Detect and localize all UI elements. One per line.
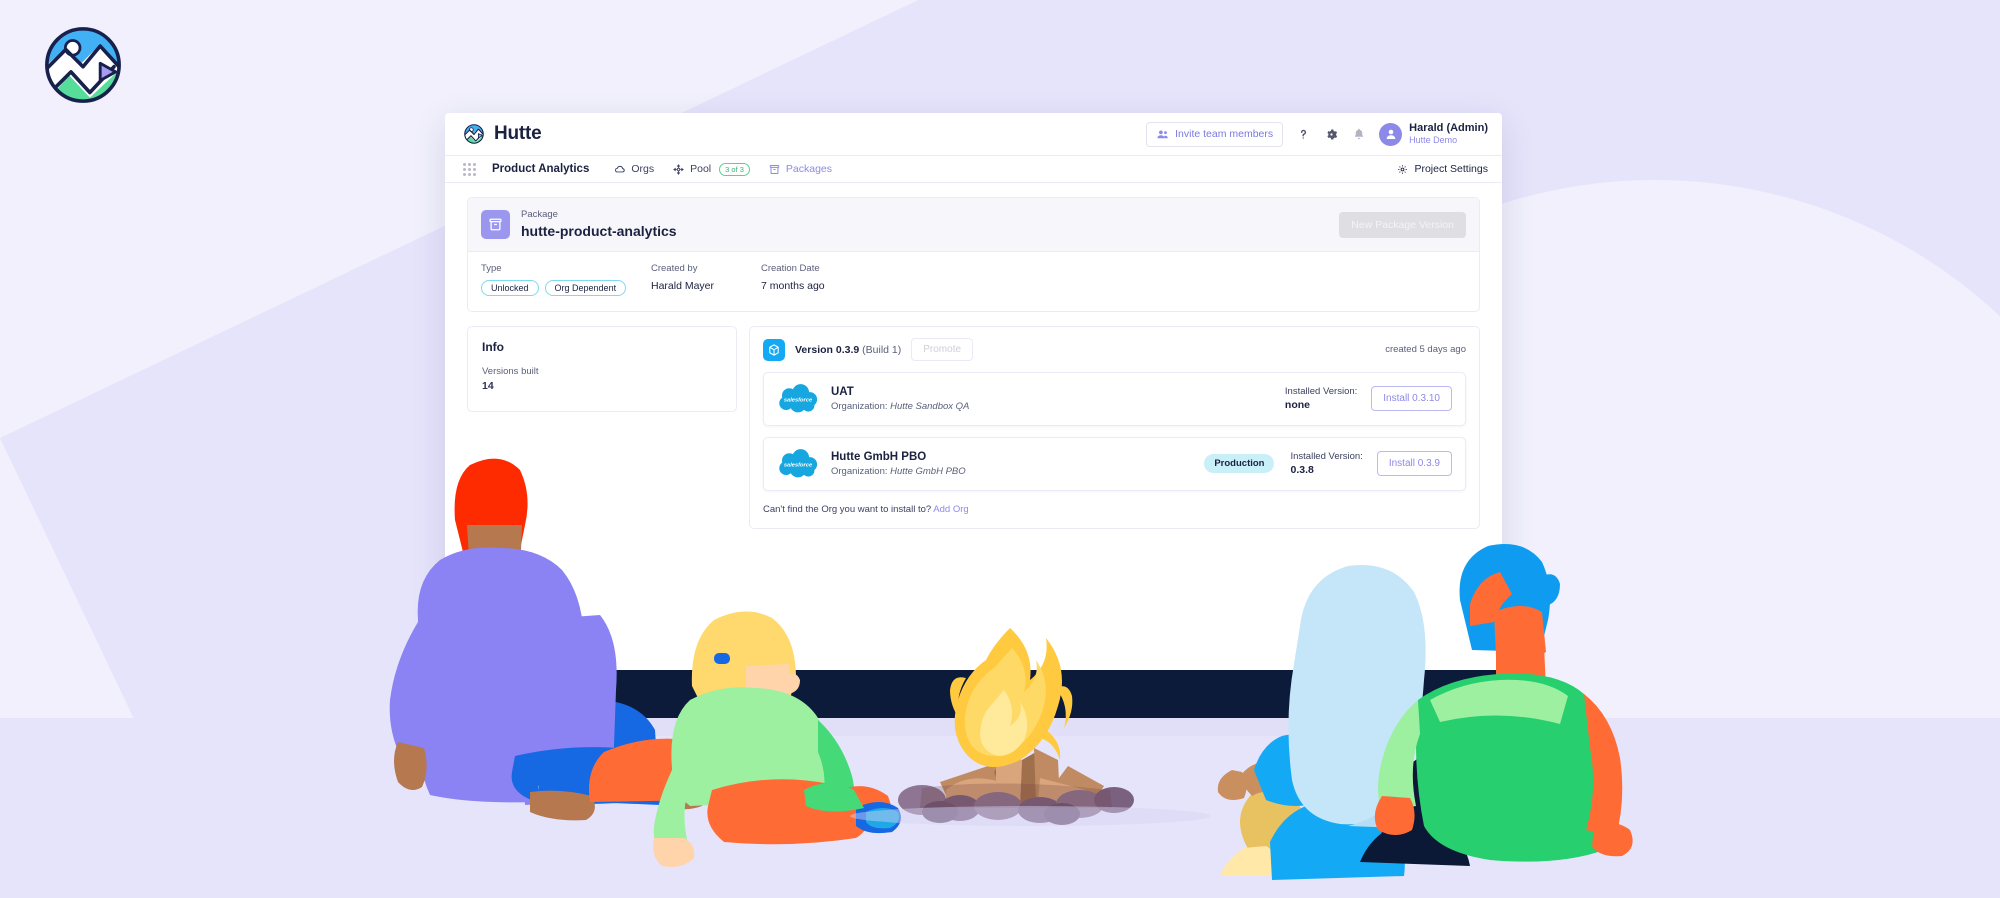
org-organization: Organization: Hutte GmbH PBO <box>831 465 966 478</box>
salesforce-cloud-icon: salesforce <box>779 384 818 413</box>
twitter-icon[interactable] <box>1463 686 1480 703</box>
nav-project-name[interactable]: Product Analytics <box>492 163 589 175</box>
bell-icon[interactable] <box>1352 127 1366 141</box>
avatar <box>1379 122 1403 146</box>
org-organization: Organization: Hutte Sandbox QA <box>831 400 969 413</box>
installed-version-value: none <box>1284 399 1311 412</box>
app-body: Package hutte-product-analytics New Pack… <box>445 183 1502 655</box>
org-row-actions: Production Installed Version: 0.3.8 Inst… <box>1204 450 1452 478</box>
nav-item-packages-label: Packages <box>785 163 833 175</box>
cube-icon <box>763 338 785 361</box>
page-title: hutte-product-analytics <box>521 222 677 239</box>
invite-team-members-button[interactable]: Invite team members <box>1146 121 1284 147</box>
package-box-icon <box>769 164 780 174</box>
package-card: Package hutte-product-analytics New Pack… <box>467 197 1480 312</box>
gear-icon[interactable] <box>1324 127 1339 142</box>
org-name: Hutte GmbH PBO <box>831 451 927 464</box>
status-badge: Unlocked <box>481 280 539 296</box>
package-kicker: Package <box>521 209 558 220</box>
package-meta: Type Unlocked Org Dependent Created by H… <box>468 252 1479 311</box>
meta-creation-date-label: Creation Date <box>761 263 820 274</box>
salesforce-cloud-icon: salesforce <box>779 449 818 478</box>
version-number: Version 0.3.9 <box>795 343 860 356</box>
production-badge: Production <box>1204 454 1275 474</box>
installed-version-label: Installed Version: <box>1290 451 1363 462</box>
user-org: Hutte Demo <box>1409 135 1458 146</box>
help-icon[interactable] <box>1296 127 1311 142</box>
install-button[interactable]: Install 0.3.9 <box>1376 451 1452 477</box>
org-organization-label: Organization: <box>831 401 888 413</box>
brand-name: Hutte <box>494 123 542 144</box>
versions-built-value: 14 <box>482 380 494 392</box>
pool-nodes-icon <box>673 163 684 175</box>
user-name: Harald (Admin) <box>1409 121 1488 134</box>
nav-item-pool-label: Pool <box>690 163 712 175</box>
status-badge: Org Dependent <box>544 280 627 296</box>
org-organization-value: Hutte GmbH PBO <box>890 466 966 478</box>
new-package-version-button[interactable]: New Package Version <box>1339 211 1466 238</box>
hutte-logo-icon <box>464 124 484 144</box>
promote-button[interactable]: Promote <box>911 338 974 361</box>
meta-created-by-label: Created by <box>651 263 698 274</box>
app-nav: Product Analytics Orgs Pool 3 of 3 Packa… <box>445 155 1502 183</box>
app-footer: Notes <box>445 670 1502 718</box>
org-organization-value: Hutte Sandbox QA <box>890 401 970 413</box>
user-menu[interactable]: Harald (Admin) Hutte Demo <box>1379 122 1488 147</box>
brand[interactable]: Hutte <box>463 123 542 145</box>
svg-text:salesforce: salesforce <box>784 462 813 468</box>
org-row-actions: Installed Version: none Install 0.3.10 <box>1285 385 1452 413</box>
install-button[interactable]: Install 0.3.10 <box>1371 386 1452 412</box>
add-people-icon <box>1157 129 1168 138</box>
project-settings-button[interactable]: Project Settings <box>1396 163 1488 176</box>
nav-item-orgs[interactable]: Orgs <box>613 163 654 176</box>
app-window: Hutte Invite team members Harald (Admin)… <box>445 113 1502 718</box>
meta-creation-date: Creation Date 7 months ago <box>761 263 825 296</box>
meta-type-label: Type <box>481 263 502 274</box>
org-row[interactable]: salesforce Hutte GmbH PBO Organization: … <box>763 437 1466 491</box>
version-card: Version 0.3.9 (Build 1) Promote created … <box>749 326 1480 529</box>
info-card: Info Versions built 14 <box>467 326 737 412</box>
cloud-icon <box>615 165 626 172</box>
bell-glyph <box>1355 128 1364 140</box>
svg-text:salesforce: salesforce <box>784 397 813 403</box>
installed-version: Installed Version: none <box>1285 385 1357 413</box>
package-card-header: Package hutte-product-analytics New Pack… <box>468 198 1479 252</box>
nav-item-packages[interactable]: Packages <box>768 163 832 176</box>
org-row[interactable]: salesforce UAT Organization: Hutte Sandb… <box>763 372 1466 426</box>
invite-team-members-label: Invite team members <box>1175 128 1274 140</box>
package-box-icon <box>481 210 510 239</box>
header-actions: Invite team members Harald (Admin) Hutte… <box>1146 121 1488 147</box>
pool-count-badge: 3 of 3 <box>719 162 750 176</box>
org-name: UAT <box>831 386 854 399</box>
version-header: Version 0.3.9 (Build 1) Promote created … <box>763 338 1466 361</box>
meta-created-by: Created by Harald Mayer <box>651 263 761 296</box>
footer-notes-link[interactable]: Notes <box>467 688 494 700</box>
hutte-mountain-logo <box>45 27 121 103</box>
installed-version: Installed Version: 0.3.8 <box>1290 450 1362 478</box>
add-org-link[interactable]: Add Org <box>933 504 968 515</box>
versions-built-label: Versions built <box>482 366 539 377</box>
add-org-hint-text: Can't find the Org you want to install t… <box>763 504 932 515</box>
info-title: Info <box>482 340 504 354</box>
nav-item-pool[interactable]: Pool 3 of 3 <box>672 162 750 176</box>
version-created-at: created 5 days ago <box>1385 344 1466 355</box>
content-columns: Info Versions built 14 Version 0.3.9 (Bu… <box>467 326 1480 529</box>
app-header: Hutte Invite team members Harald (Admin)… <box>445 113 1502 155</box>
gear-outline-icon <box>1398 164 1408 174</box>
meta-creation-date-value: 7 months ago <box>761 280 825 292</box>
meta-created-by-value: Harald Mayer <box>651 280 715 292</box>
version-title: Version 0.3.9 (Build 1) <box>795 344 901 356</box>
nav-item-orgs-label: Orgs <box>631 163 655 175</box>
user-avatar-icon <box>1386 129 1395 139</box>
gear-glyph <box>1327 129 1338 139</box>
installed-version-label: Installed Version: <box>1284 386 1358 397</box>
meta-type: Type Unlocked Org Dependent <box>481 263 651 296</box>
org-organization-label: Organization: <box>831 466 888 478</box>
installed-version-value: 0.3.8 <box>1290 464 1314 477</box>
project-settings-label: Project Settings <box>1414 163 1488 175</box>
add-org-hint: Can't find the Org you want to install t… <box>763 504 1466 515</box>
version-build: (Build 1) <box>862 343 902 356</box>
grid-dots-icon[interactable] <box>463 162 476 176</box>
